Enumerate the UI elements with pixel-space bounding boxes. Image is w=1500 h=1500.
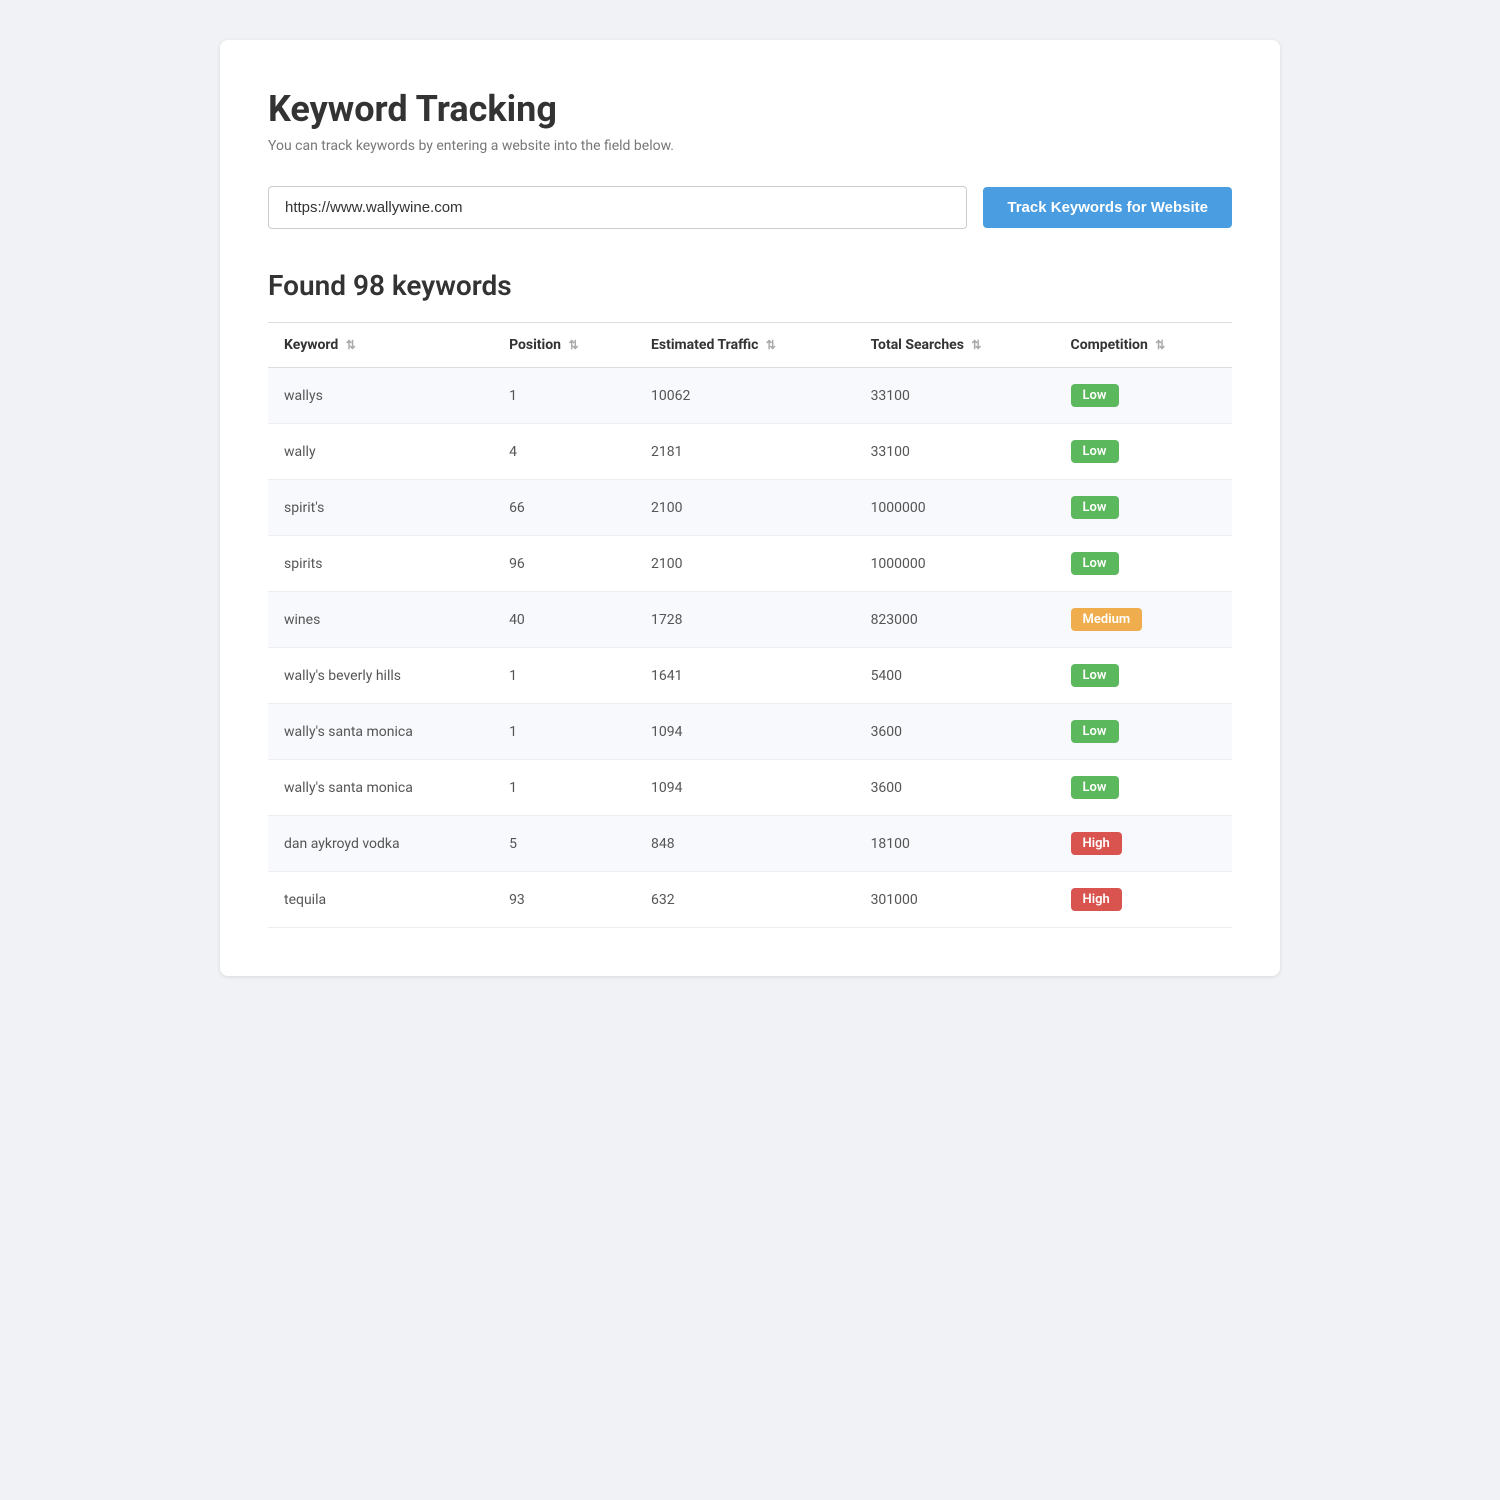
col-position[interactable]: Position ⇅ [493, 323, 635, 368]
cell-competition: High [1055, 872, 1232, 928]
table-row: wally's santa monica 1 1094 3600 Low [268, 760, 1232, 816]
table-row: wally 4 2181 33100 Low [268, 424, 1232, 480]
competition-badge: Low [1071, 552, 1119, 575]
cell-keyword: wally's santa monica [268, 704, 493, 760]
cell-keyword: tequila [268, 872, 493, 928]
cell-searches: 1000000 [855, 536, 1055, 592]
cell-competition: Low [1055, 424, 1232, 480]
cell-position: 1 [493, 704, 635, 760]
cell-competition: Low [1055, 648, 1232, 704]
cell-competition: Low [1055, 536, 1232, 592]
cell-keyword: wally's santa monica [268, 760, 493, 816]
cell-searches: 301000 [855, 872, 1055, 928]
table-row: spirit's 66 2100 1000000 Low [268, 480, 1232, 536]
cell-keyword: spirits [268, 536, 493, 592]
cell-position: 4 [493, 424, 635, 480]
table-row: wallys 1 10062 33100 Low [268, 368, 1232, 424]
table-row: dan aykroyd vodka 5 848 18100 High [268, 816, 1232, 872]
cell-competition: Medium [1055, 592, 1232, 648]
col-competition[interactable]: Competition ⇅ [1055, 323, 1232, 368]
cell-searches: 3600 [855, 704, 1055, 760]
competition-badge: Low [1071, 384, 1119, 407]
cell-traffic: 848 [635, 816, 855, 872]
cell-competition: Low [1055, 704, 1232, 760]
keywords-table: Keyword ⇅ Position ⇅ Estimated Traffic ⇅… [268, 322, 1232, 928]
track-button[interactable]: Track Keywords for Website [983, 187, 1232, 228]
cell-searches: 33100 [855, 424, 1055, 480]
cell-position: 40 [493, 592, 635, 648]
table-header-row: Keyword ⇅ Position ⇅ Estimated Traffic ⇅… [268, 323, 1232, 368]
competition-badge: Low [1071, 664, 1119, 687]
competition-badge: Low [1071, 496, 1119, 519]
cell-traffic: 2100 [635, 480, 855, 536]
cell-keyword: dan aykroyd vodka [268, 816, 493, 872]
cell-traffic: 2181 [635, 424, 855, 480]
table-row: spirits 96 2100 1000000 Low [268, 536, 1232, 592]
cell-position: 1 [493, 368, 635, 424]
col-estimated-traffic[interactable]: Estimated Traffic ⇅ [635, 323, 855, 368]
cell-keyword: wally's beverly hills [268, 648, 493, 704]
table-row: wally's beverly hills 1 1641 5400 Low [268, 648, 1232, 704]
col-keyword[interactable]: Keyword ⇅ [268, 323, 493, 368]
competition-badge: Medium [1071, 608, 1143, 631]
cell-keyword: wally [268, 424, 493, 480]
main-card: Keyword Tracking You can track keywords … [220, 40, 1280, 976]
sort-traffic-icon[interactable]: ⇅ [766, 338, 776, 352]
page-title: Keyword Tracking [268, 88, 1232, 130]
cell-position: 5 [493, 816, 635, 872]
cell-searches: 5400 [855, 648, 1055, 704]
competition-badge: Low [1071, 440, 1119, 463]
sort-keyword-icon[interactable]: ⇅ [346, 338, 356, 352]
competition-badge: Low [1071, 720, 1119, 743]
table-row: tequila 93 632 301000 High [268, 872, 1232, 928]
url-input[interactable] [268, 186, 967, 229]
cell-position: 66 [493, 480, 635, 536]
search-row: Track Keywords for Website [268, 186, 1232, 229]
cell-keyword: wallys [268, 368, 493, 424]
sort-position-icon[interactable]: ⇅ [568, 338, 578, 352]
cell-searches: 18100 [855, 816, 1055, 872]
cell-traffic: 632 [635, 872, 855, 928]
cell-searches: 1000000 [855, 480, 1055, 536]
cell-position: 93 [493, 872, 635, 928]
cell-traffic: 1641 [635, 648, 855, 704]
cell-traffic: 1094 [635, 760, 855, 816]
cell-position: 1 [493, 760, 635, 816]
competition-badge: High [1071, 888, 1122, 911]
cell-position: 1 [493, 648, 635, 704]
competition-badge: Low [1071, 776, 1119, 799]
page-subtitle: You can track keywords by entering a web… [268, 138, 1232, 154]
cell-keyword: spirit's [268, 480, 493, 536]
cell-searches: 33100 [855, 368, 1055, 424]
cell-searches: 823000 [855, 592, 1055, 648]
sort-searches-icon[interactable]: ⇅ [971, 338, 981, 352]
cell-competition: Low [1055, 760, 1232, 816]
cell-searches: 3600 [855, 760, 1055, 816]
found-heading: Found 98 keywords [268, 269, 1232, 302]
cell-traffic: 1728 [635, 592, 855, 648]
competition-badge: High [1071, 832, 1122, 855]
cell-competition: Low [1055, 368, 1232, 424]
cell-keyword: wines [268, 592, 493, 648]
cell-traffic: 1094 [635, 704, 855, 760]
sort-competition-icon[interactable]: ⇅ [1155, 338, 1165, 352]
col-total-searches[interactable]: Total Searches ⇅ [855, 323, 1055, 368]
cell-traffic: 2100 [635, 536, 855, 592]
table-row: wines 40 1728 823000 Medium [268, 592, 1232, 648]
table-row: wally's santa monica 1 1094 3600 Low [268, 704, 1232, 760]
cell-competition: High [1055, 816, 1232, 872]
cell-position: 96 [493, 536, 635, 592]
cell-traffic: 10062 [635, 368, 855, 424]
cell-competition: Low [1055, 480, 1232, 536]
